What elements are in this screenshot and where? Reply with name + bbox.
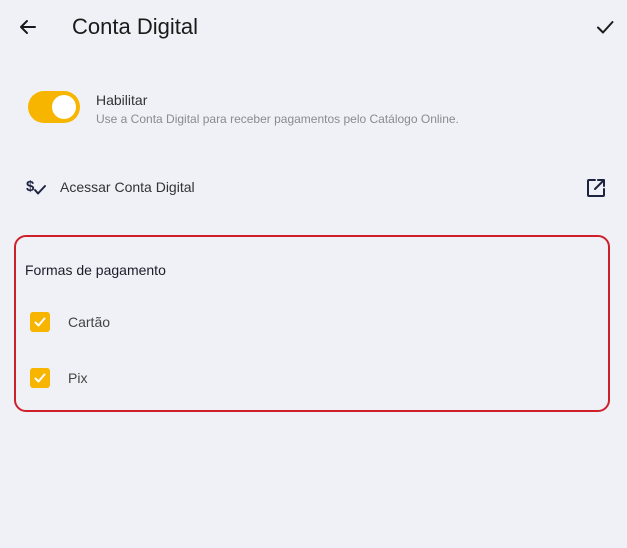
payment-method-card[interactable]: Cartão [30, 308, 590, 336]
back-button[interactable] [14, 13, 42, 41]
check-icon [597, 21, 614, 34]
external-link-icon[interactable] [584, 176, 608, 200]
app-bar: Conta Digital [0, 0, 627, 56]
enable-description: Use a Conta Digital para receber pagamen… [96, 112, 459, 126]
conta-digital-screen: Conta Digital Habilitar Use a Conta Digi… [0, 0, 627, 548]
toggle-knob [52, 95, 76, 119]
pix-label: Pix [68, 370, 88, 386]
confirm-button[interactable] [591, 13, 619, 41]
card-label: Cartão [68, 314, 111, 330]
payment-methods-title: Formas de pagamento [25, 262, 166, 278]
page-title: Conta Digital [72, 14, 198, 39]
checkmark-icon [34, 317, 46, 327]
access-digital-account-row[interactable]: $ Acessar Conta Digital [24, 170, 608, 204]
enable-label: Habilitar [96, 92, 148, 108]
pix-checkbox[interactable] [30, 368, 50, 388]
enable-row: Habilitar Use a Conta Digital para receb… [28, 88, 608, 132]
access-digital-account-label: Acessar Conta Digital [60, 179, 195, 195]
arrow-left-icon [20, 20, 36, 34]
card-checkbox[interactable] [30, 312, 50, 332]
enable-toggle[interactable] [28, 91, 80, 123]
svg-text:$: $ [26, 178, 35, 195]
dollar-check-icon: $ [26, 178, 46, 195]
checkmark-icon [34, 373, 46, 383]
payment-methods-section: Formas de pagamento Cartão Pix [14, 235, 610, 412]
payment-method-pix[interactable]: Pix [30, 364, 590, 392]
